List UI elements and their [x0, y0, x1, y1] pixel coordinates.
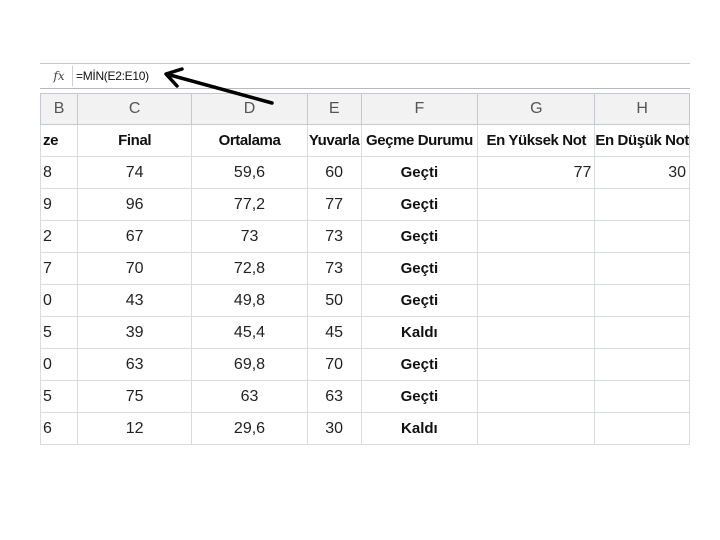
cell-h[interactable]	[594, 380, 690, 413]
table-row: 2 67 73 73 Geçti	[39, 220, 690, 253]
cell-h[interactable]	[594, 348, 690, 381]
cell-c[interactable]: 74	[77, 156, 193, 189]
cell-h[interactable]	[594, 316, 690, 349]
cell-b[interactable]: 5	[39, 316, 79, 349]
cell-c[interactable]: 39	[77, 316, 193, 349]
cell-header-en-yuksek-not[interactable]: En Yüksek Not	[477, 124, 596, 157]
cell-header-ortalama[interactable]: Ortalama	[191, 124, 308, 157]
cell-h[interactable]	[594, 188, 690, 221]
table-row: 0 63 69,8 70 Geçti	[39, 348, 690, 381]
cell-header-gecme-durumu[interactable]: Geçme Durumu	[360, 124, 479, 157]
table-row: 7 70 72,8 73 Geçti	[39, 252, 690, 285]
cell-g[interactable]	[477, 284, 596, 317]
cell-c[interactable]: 75	[77, 380, 193, 413]
cell-h[interactable]	[594, 220, 690, 253]
cell-header-b[interactable]: ze	[39, 124, 79, 157]
cell-g[interactable]	[477, 252, 596, 285]
cell-e[interactable]: 73	[306, 252, 362, 285]
cell-c[interactable]: 12	[77, 412, 193, 445]
cell-g[interactable]: 77	[477, 156, 596, 189]
column-header-b[interactable]: B	[39, 93, 79, 125]
column-header-d[interactable]: D	[191, 93, 308, 125]
column-header-c[interactable]: C	[77, 93, 193, 125]
cell-e[interactable]: 77	[306, 188, 362, 221]
cell-h[interactable]	[594, 252, 690, 285]
cell-h[interactable]	[594, 284, 690, 317]
cell-g[interactable]	[477, 348, 596, 381]
table-row: 5 75 63 63 Geçti	[39, 380, 690, 413]
cell-g[interactable]	[477, 220, 596, 253]
header-label-row: ze Final Ortalama Yuvarla Geçme Durumu E…	[39, 124, 690, 157]
cell-d[interactable]: 69,8	[191, 348, 308, 381]
cell-b[interactable]: 7	[39, 252, 79, 285]
cell-d[interactable]: 29,6	[191, 412, 308, 445]
cell-header-final[interactable]: Final	[77, 124, 193, 157]
data-grid: B C D E F G H ze Final Ortalama Yuvarla …	[39, 93, 690, 445]
cell-e[interactable]: 50	[306, 284, 362, 317]
cell-d[interactable]: 73	[191, 220, 308, 253]
cell-c[interactable]: 67	[77, 220, 193, 253]
cell-e[interactable]: 45	[306, 316, 362, 349]
table-row: 5 39 45,4 45 Kaldı	[39, 316, 690, 349]
column-header-h[interactable]: H	[594, 93, 690, 125]
cell-f[interactable]: Geçti	[360, 188, 479, 221]
table-row: 9 96 77,2 77 Geçti	[39, 188, 690, 221]
cell-f[interactable]: Geçti	[360, 156, 479, 189]
table-row: 6 12 29,6 30 Kaldı	[39, 412, 690, 445]
cell-g[interactable]	[477, 188, 596, 221]
cell-e[interactable]: 63	[306, 380, 362, 413]
cell-c[interactable]: 43	[77, 284, 193, 317]
cell-d[interactable]: 45,4	[191, 316, 308, 349]
cell-g[interactable]	[477, 380, 596, 413]
cell-f[interactable]: Geçti	[360, 220, 479, 253]
cell-c[interactable]: 96	[77, 188, 193, 221]
table-row: 0 43 49,8 50 Geçti	[39, 284, 690, 317]
cell-f[interactable]: Geçti	[360, 348, 479, 381]
column-header-e[interactable]: E	[306, 93, 362, 125]
cell-d[interactable]: 77,2	[191, 188, 308, 221]
cell-f[interactable]: Geçti	[360, 252, 479, 285]
cell-f[interactable]: Geçti	[360, 380, 479, 413]
cell-b[interactable]: 0	[39, 284, 79, 317]
cell-h[interactable]	[594, 412, 690, 445]
cell-c[interactable]: 63	[77, 348, 193, 381]
cell-f[interactable]: Kaldı	[360, 316, 479, 349]
table-row: 8 74 59,6 60 Geçti 77 30	[39, 156, 690, 189]
cell-d[interactable]: 49,8	[191, 284, 308, 317]
cell-b[interactable]: 5	[39, 380, 79, 413]
insert-function-icon[interactable]: fx	[46, 66, 73, 86]
formula-input[interactable]: =MİN(E2:E10)	[76, 67, 376, 85]
cell-h[interactable]: 30	[594, 156, 690, 189]
cell-g[interactable]	[477, 316, 596, 349]
cell-f[interactable]: Kaldı	[360, 412, 479, 445]
cell-e[interactable]: 60	[306, 156, 362, 189]
formula-bar: fx =MİN(E2:E10)	[40, 63, 690, 89]
cell-c[interactable]: 70	[77, 252, 193, 285]
cell-d[interactable]: 59,6	[191, 156, 308, 189]
column-header-row: B C D E F G H	[39, 93, 690, 125]
column-header-f[interactable]: F	[360, 93, 479, 125]
cell-b[interactable]: 0	[39, 348, 79, 381]
cell-b[interactable]: 9	[39, 188, 79, 221]
cell-e[interactable]: 30	[306, 412, 362, 445]
cell-f[interactable]: Geçti	[360, 284, 479, 317]
cell-b[interactable]: 2	[39, 220, 79, 253]
cell-header-en-dusuk-not[interactable]: En Düşük Not	[594, 124, 690, 157]
cell-e[interactable]: 73	[306, 220, 362, 253]
cell-header-yuvarla[interactable]: Yuvarla	[306, 124, 362, 157]
spreadsheet: fx =MİN(E2:E10) B C D E F G H ze Final O…	[39, 63, 690, 448]
cell-g[interactable]	[477, 412, 596, 445]
cell-e[interactable]: 70	[306, 348, 362, 381]
cell-b[interactable]: 6	[39, 412, 79, 445]
column-header-g[interactable]: G	[477, 93, 596, 125]
cell-b[interactable]: 8	[39, 156, 79, 189]
cell-d[interactable]: 72,8	[191, 252, 308, 285]
cell-d[interactable]: 63	[191, 380, 308, 413]
